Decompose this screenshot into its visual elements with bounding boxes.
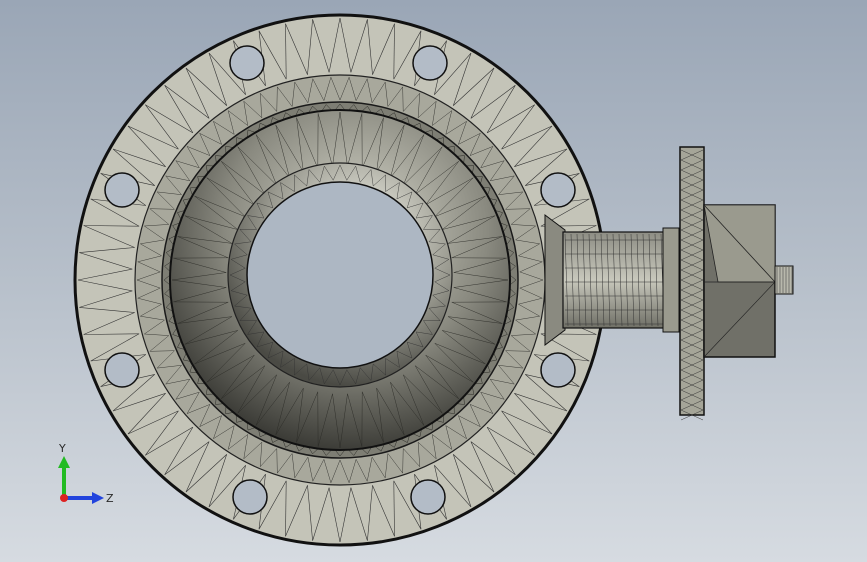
- bolt-hole: [540, 172, 576, 208]
- z-axis-arrow: [92, 492, 104, 504]
- axis-triad: Y Z: [58, 442, 114, 505]
- bolt-hole: [410, 479, 446, 515]
- bolt-hole: [540, 352, 576, 388]
- graphics-viewport[interactable]: Y Z: [0, 0, 867, 562]
- through-hole: [246, 181, 434, 369]
- bolt-hole: [232, 479, 268, 515]
- valve-model[interactable]: [0, 0, 867, 562]
- stem-neck[interactable]: [544, 214, 566, 346]
- bolt-hole: [229, 45, 265, 81]
- y-axis-label: Y: [58, 442, 66, 455]
- stem-tip[interactable]: [774, 265, 794, 295]
- x-axis-dot: [60, 494, 68, 502]
- bolt-hole: [104, 352, 140, 388]
- bolt-hole: [412, 45, 448, 81]
- z-axis-label: Z: [106, 492, 114, 505]
- stem-collar[interactable]: [662, 227, 680, 333]
- y-axis-arrow: [58, 456, 70, 468]
- bolt-hole: [104, 172, 140, 208]
